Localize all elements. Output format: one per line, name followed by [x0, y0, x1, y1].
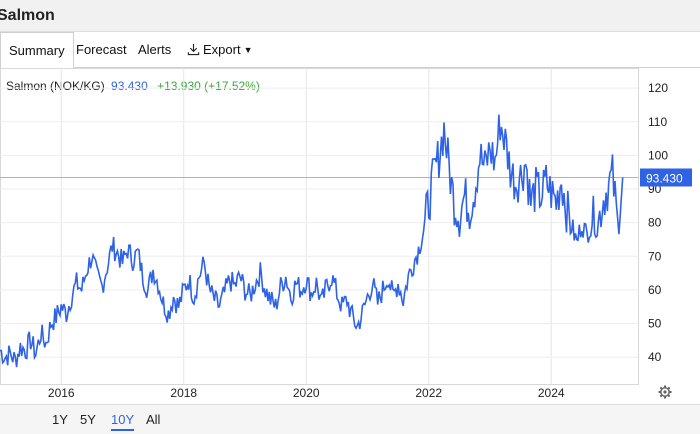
y-tick-label: 120: [648, 81, 668, 95]
range-10y-button[interactable]: 10Y: [111, 412, 135, 431]
gear-hub: [663, 390, 667, 394]
window-title: Salmon: [0, 7, 55, 24]
x-tick-label: 2018: [170, 386, 197, 400]
tab-forecast[interactable]: Forecast: [76, 32, 127, 68]
grid-lines: [0, 68, 639, 385]
settings-gear-icon[interactable]: [658, 385, 672, 399]
y-tick-label: 100: [648, 148, 668, 162]
plot-area-frame: [0, 68, 639, 385]
current-price-tag-label: 93.430: [646, 171, 683, 185]
x-tick-label: 2022: [415, 386, 442, 400]
tab-bar: Summary Forecast Alerts Export ▼: [0, 32, 700, 69]
y-tick-label: 80: [648, 216, 662, 230]
tab-export[interactable]: Export ▼: [187, 32, 253, 68]
tab-summary[interactable]: Summary: [0, 32, 74, 69]
current-price-marker: 93.430: [640, 168, 692, 187]
series-line-salmon[interactable]: [0, 114, 624, 368]
x-tick-label: 2016: [48, 386, 75, 400]
x-axis: 2016 2018 2020 2022 2024: [48, 386, 565, 400]
download-icon: [187, 43, 200, 56]
window-titlebar: Salmon: [0, 0, 700, 32]
tab-summary-label: Summary: [9, 43, 65, 58]
y-tick-label: 110: [648, 115, 667, 129]
tab-export-label: Export: [203, 42, 241, 57]
tab-alerts[interactable]: Alerts: [138, 32, 171, 68]
y-tick-label: 50: [648, 316, 662, 330]
x-tick-label: 2024: [538, 386, 565, 400]
x-tick-label: 2020: [293, 386, 320, 400]
y-tick-label: 40: [648, 350, 662, 364]
caret-down-icon: ▼: [243, 45, 253, 55]
tab-alerts-label: Alerts: [138, 42, 172, 57]
y-axis: 405060708090100110120: [648, 81, 668, 364]
y-tick-label: 70: [648, 249, 662, 263]
range-all-button[interactable]: All: [146, 412, 160, 427]
tab-forecast-label: Forecast: [76, 42, 127, 57]
y-tick-label: 60: [648, 283, 662, 297]
range-1y-button[interactable]: 1Y: [52, 412, 68, 427]
range-5y-button[interactable]: 5Y: [80, 412, 96, 427]
range-selector: 1Y 5Y 10Y All: [0, 404, 700, 434]
price-chart[interactable]: 405060708090100110120 2016 2018 2020 2022 20…: [0, 68, 700, 404]
